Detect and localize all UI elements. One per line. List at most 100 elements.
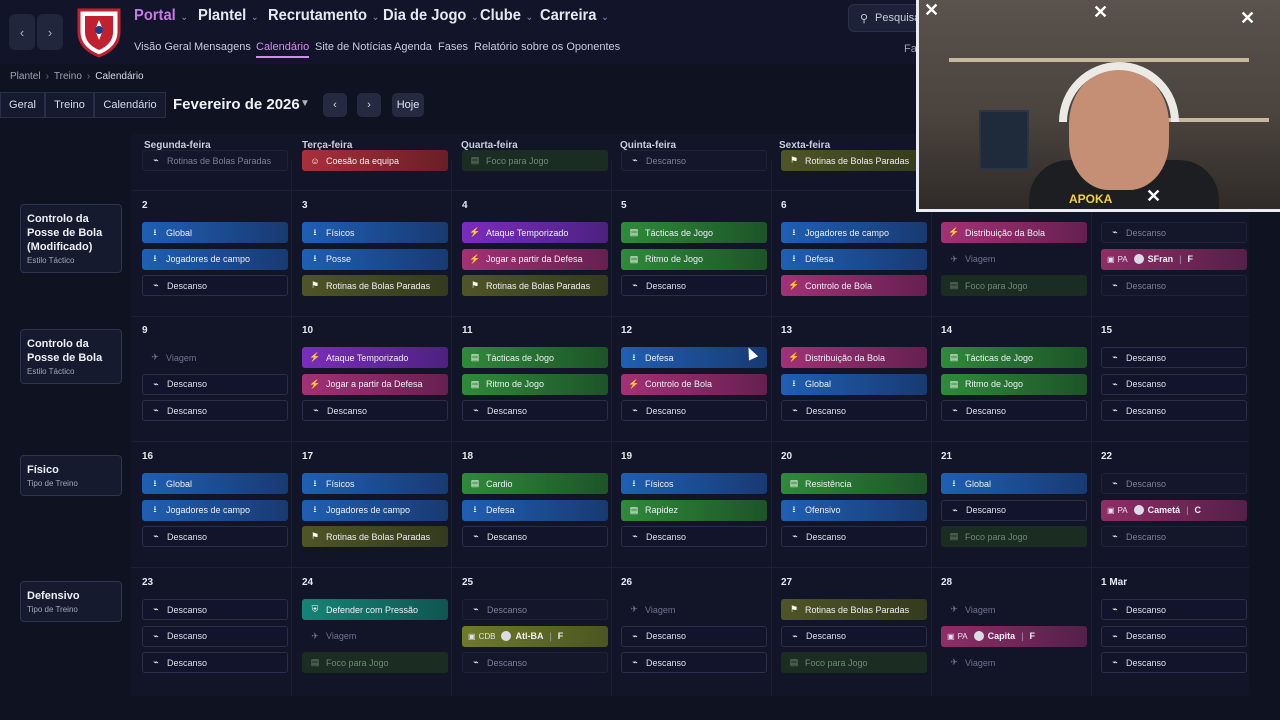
session-slot[interactable]: ⌁ Descanso — [781, 400, 927, 421]
session-slot[interactable]: ✈ Viagem — [941, 249, 1087, 270]
session-slot[interactable]: ⭳ Ofensivo — [781, 499, 927, 521]
week-training-card[interactable]: Controlo da Posse de Bola Estilo Táctico — [20, 329, 122, 384]
session-slot[interactable]: ⚡ Jogar a partir da Defesa — [462, 248, 608, 270]
session-slot[interactable]: ⚑ Rotinas de Bolas Paradas — [302, 526, 448, 547]
subnav-item[interactable]: Agenda — [394, 41, 432, 53]
session-slot[interactable]: ⌁ Descanso — [302, 400, 448, 421]
session-slot[interactable]: ⚑ Rotinas de Bolas Paradas — [462, 275, 608, 296]
session-slot[interactable]: ⭳ Global — [781, 373, 927, 395]
chevron-down-icon[interactable]: ▼ — [300, 98, 310, 109]
nav-item-portal[interactable]: Portal ⌄ — [134, 7, 188, 25]
session-slot[interactable]: ⭳ Físicos — [302, 222, 448, 243]
breadcrumb-item[interactable]: Treino — [54, 71, 82, 82]
session-slot[interactable]: ⌁ Descanso — [1101, 473, 1247, 494]
session-slot[interactable]: ▤ Tácticas de Jogo — [462, 347, 608, 368]
session-slot[interactable]: ▤ Ritmo de Jogo — [621, 248, 767, 270]
session-slot[interactable]: ⌁ Descanso — [462, 599, 608, 620]
breadcrumb-item[interactable]: Plantel — [10, 71, 41, 82]
club-crest-icon[interactable] — [75, 4, 123, 58]
nav-item-plantel[interactable]: Plantel ⌄ — [198, 7, 259, 25]
session-slot[interactable]: ⌁ Descanso — [462, 652, 608, 673]
session-slot[interactable]: ⭳ Global — [142, 473, 288, 494]
session-slot[interactable]: ⌁ Descanso — [1101, 400, 1247, 421]
session-slot[interactable]: ⌁ Descanso — [1101, 373, 1247, 395]
month-selector[interactable]: Fevereiro de 2026 — [173, 96, 300, 113]
session-slot[interactable]: ⌁ Descanso — [142, 275, 288, 296]
session-slot[interactable]: ⭳ Global — [142, 222, 288, 243]
session-slot[interactable]: ⌁ Descanso — [941, 400, 1087, 421]
subnav-item[interactable]: Site de Notícias — [315, 41, 392, 53]
today-button[interactable]: Hoje — [392, 93, 424, 117]
session-slot[interactable]: ⌁ Descanso — [621, 400, 767, 421]
session-slot[interactable]: ⌁ Descanso — [621, 526, 767, 547]
session-slot[interactable]: ⚡ Distribuição da Bola — [781, 347, 927, 368]
session-slot[interactable]: ⚡ Controlo de Bola — [621, 373, 767, 395]
session-slot[interactable]: ⌁ Descanso — [621, 625, 767, 647]
session-slot[interactable]: ✈ Viagem — [621, 599, 767, 620]
match-slot[interactable]: ▣ PA Capita | F — [941, 625, 1087, 647]
session-slot[interactable]: ▤ Rapidez — [621, 499, 767, 521]
session-slot[interactable]: ⌁ Descanso — [142, 373, 288, 395]
session-slot[interactable]: ⌁ Descanso — [781, 526, 927, 547]
match-slot[interactable]: ▣ PA SFran | F — [1101, 248, 1247, 270]
tab-treino[interactable]: Treino — [45, 92, 94, 118]
session-slot[interactable]: ⌁ Descanso — [621, 275, 767, 296]
session-slot[interactable]: ⚑ Rotinas de Bolas Paradas — [302, 275, 448, 296]
session-slot[interactable]: ▤ Foco para Jogo — [462, 150, 608, 171]
session-slot[interactable]: ⌁ Descanso — [142, 400, 288, 421]
session-slot[interactable]: ✈ Viagem — [941, 652, 1087, 673]
session-slot[interactable]: ⌁ Descanso — [142, 652, 288, 673]
session-slot[interactable]: ⌁ Descanso — [621, 150, 767, 171]
session-slot[interactable]: ▤ Ritmo de Jogo — [941, 373, 1087, 395]
subnav-item[interactable]: Mensagens — [194, 41, 251, 53]
session-slot[interactable]: ⌁ Descanso — [1101, 347, 1247, 368]
week-training-card[interactable]: Controlo da Posse de Bola (Modificado) Es… — [20, 204, 122, 273]
nav-item-dia-de-jogo[interactable]: Dia de Jogo ⌄ — [383, 7, 479, 25]
session-slot[interactable]: ⌁ Descanso — [1101, 526, 1247, 547]
tab-geral[interactable]: Geral — [0, 92, 45, 118]
session-slot[interactable]: ⌁ Descanso — [1101, 222, 1247, 243]
match-slot[interactable]: ▣ CDB Atl-BA | F — [462, 625, 608, 647]
session-slot[interactable]: ▤ Resistência — [781, 473, 927, 494]
session-slot[interactable]: ⚡ Distribuição da Bola — [941, 222, 1087, 243]
session-slot[interactable]: ▤ Ritmo de Jogo — [462, 373, 608, 395]
session-slot[interactable]: ⌁ Descanso — [142, 625, 288, 647]
subnav-item[interactable]: Visão Geral — [134, 41, 191, 53]
session-slot[interactable]: ⌁ Descanso — [621, 652, 767, 673]
session-slot[interactable]: ⌁ Descanso — [142, 599, 288, 620]
session-slot[interactable]: ⚡ Ataque Temporizado — [302, 347, 448, 368]
session-slot[interactable]: ⭳ Posse — [302, 248, 448, 270]
session-slot[interactable]: ⭳ Defesa — [462, 499, 608, 521]
session-slot[interactable]: ✈ Viagem — [142, 347, 288, 368]
session-slot[interactable]: ⭳ Físicos — [621, 473, 767, 494]
back-button[interactable]: ‹ — [9, 14, 35, 50]
session-slot[interactable]: ⭳ Jogadores de campo — [781, 222, 927, 243]
session-slot[interactable]: ⌁ Descanso — [462, 400, 608, 421]
session-slot[interactable]: ▤ Foco para Jogo — [781, 652, 927, 673]
forward-button[interactable]: › — [37, 14, 63, 50]
session-slot[interactable]: ▤ Tácticas de Jogo — [941, 347, 1087, 368]
session-slot[interactable]: ⚑ Rotinas de Bolas Paradas — [781, 150, 927, 171]
session-slot[interactable]: ⌁ Descanso — [1101, 275, 1247, 296]
session-slot[interactable]: ▤ Foco para Jogo — [941, 275, 1087, 296]
session-slot[interactable]: ⚡ Controlo de Bola — [781, 275, 927, 296]
session-slot[interactable]: ⌁ Descanso — [462, 526, 608, 547]
nav-item-recrutamento[interactable]: Recrutamento ⌄ — [268, 7, 379, 25]
session-slot[interactable]: ☺ Coesão da equipa — [302, 150, 448, 171]
week-training-card[interactable]: Físico Tipo de Treino — [20, 455, 122, 496]
session-slot[interactable]: ⭳ Global — [941, 473, 1087, 494]
session-slot[interactable]: ⌁ Descanso — [781, 625, 927, 647]
week-training-card[interactable]: Defensivo Tipo de Treino — [20, 581, 122, 622]
session-slot[interactable]: ✈ Viagem — [302, 626, 448, 647]
subnav-item[interactable]: Relatório sobre os Oponentes — [474, 41, 620, 53]
session-slot[interactable]: ⭳ Físicos — [302, 473, 448, 494]
session-slot[interactable]: ⚡ Ataque Temporizado — [462, 222, 608, 243]
nav-item-clube[interactable]: Clube ⌄ — [480, 7, 533, 25]
session-slot[interactable]: ⌁ Descanso — [142, 526, 288, 547]
tab-calendario[interactable]: Calendário — [94, 92, 166, 118]
nav-item-carreira[interactable]: Carreira ⌄ — [540, 7, 609, 25]
session-slot[interactable]: ⭳ Defesa — [781, 248, 927, 270]
session-slot[interactable]: ⚡ Jogar a partir da Defesa — [302, 373, 448, 395]
session-slot[interactable]: ▤ Foco para Jogo — [941, 526, 1087, 547]
next-month-button[interactable]: › — [357, 93, 381, 117]
